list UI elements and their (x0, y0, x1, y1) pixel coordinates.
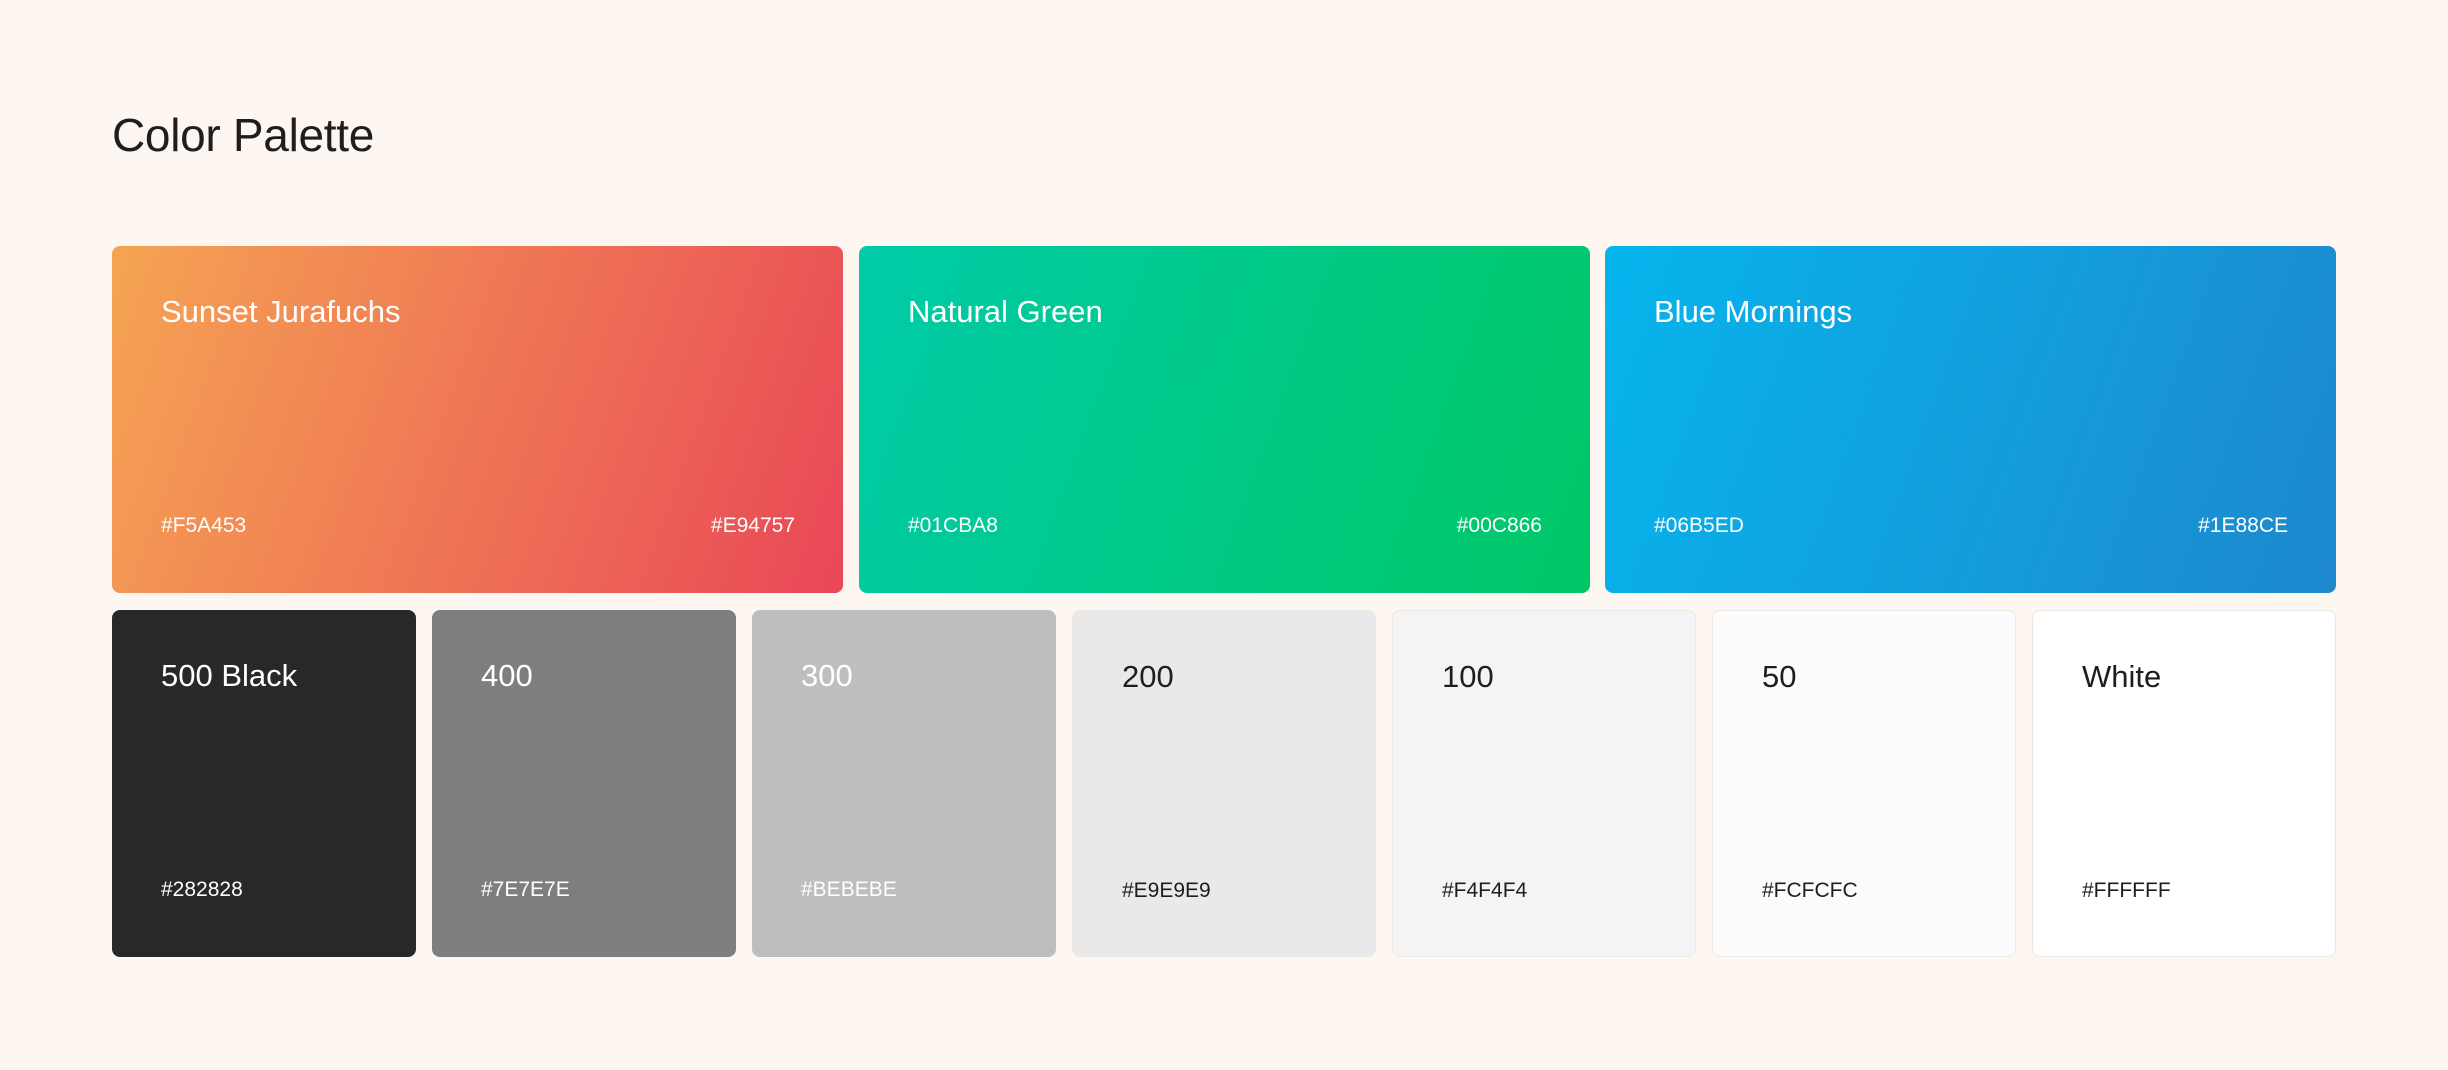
gray-hex: #7E7E7E (481, 878, 570, 901)
gradient-start-hex: #F5A453 (161, 514, 247, 537)
gradient-name: Natural Green (908, 294, 1103, 329)
gradient-end-hex: #1E88CE (2198, 514, 2288, 537)
gray-name: 100 (1442, 659, 1494, 694)
gray-card-200[interactable]: 200 #E9E9E9 (1072, 610, 1376, 957)
page-title: Color Palette (112, 109, 375, 161)
gray-card-white[interactable]: White #FFFFFF (2032, 610, 2336, 957)
gray-name: 500 Black (161, 658, 298, 693)
gradient-start-hex: #06B5ED (1654, 514, 1744, 537)
gradient-card-blue-mornings[interactable]: Blue Mornings #06B5ED #1E88CE (1605, 246, 2336, 593)
gradient-card-sunset-jurafuchs[interactable]: Sunset Jurafuchs #F5A453 #E94757 (112, 246, 843, 593)
gray-hex: #BEBEBE (801, 878, 897, 901)
gray-hex: #FFFFFF (2082, 879, 2171, 902)
gray-hex: #282828 (161, 878, 243, 901)
gradient-card-natural-green[interactable]: Natural Green #01CBA8 #00C866 (859, 246, 1590, 593)
gray-name: 50 (1762, 659, 1797, 694)
gray-name: 400 (481, 658, 533, 693)
gray-card-400[interactable]: 400 #7E7E7E (432, 610, 736, 957)
gray-card-300[interactable]: 300 #BEBEBE (752, 610, 1056, 957)
gray-hex: #E9E9E9 (1122, 879, 1211, 902)
gradient-name: Sunset Jurafuchs (161, 294, 401, 329)
gray-name: White (2082, 659, 2162, 694)
gray-name: 200 (1122, 659, 1174, 694)
gradient-end-hex: #00C866 (1456, 514, 1542, 537)
gradient-end-hex: #E94757 (710, 514, 795, 537)
gray-card-500-black[interactable]: 500 Black #282828 (112, 610, 416, 957)
gradient-name: Blue Mornings (1654, 294, 1853, 329)
gray-name: 300 (801, 658, 853, 693)
gray-hex: #F4F4F4 (1442, 879, 1528, 902)
gray-hex: #FCFCFC (1762, 879, 1858, 902)
gradient-start-hex: #01CBA8 (908, 514, 998, 537)
gray-card-100[interactable]: 100 #F4F4F4 (1392, 610, 1696, 957)
gray-card-50[interactable]: 50 #FCFCFC (1712, 610, 2016, 957)
